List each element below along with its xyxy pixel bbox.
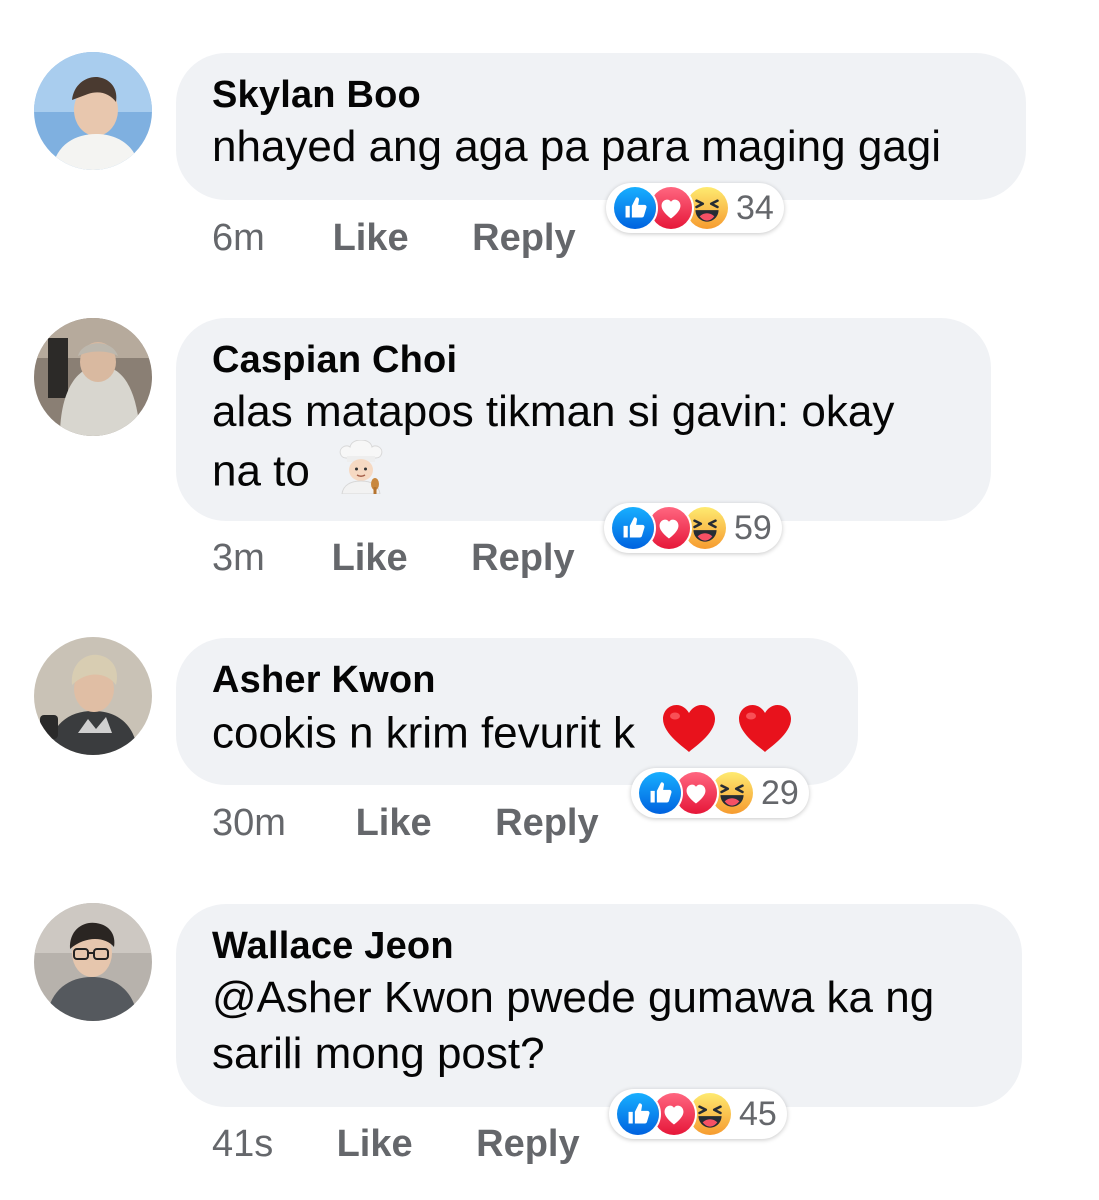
comment-timestamp[interactable]: 41s (212, 1122, 326, 1166)
red-heart-emoji (737, 704, 793, 768)
reply-link[interactable]: Reply (495, 801, 598, 845)
like-icon (637, 770, 683, 816)
like-icon (610, 505, 656, 551)
comment-timestamp[interactable]: 6m (212, 216, 322, 260)
reaction-summary[interactable]: 34 (606, 183, 784, 233)
comment-bubble: Wallace Jeon @Asher Kwon pwede gumawa ka… (176, 904, 1022, 1107)
comment-text-line: alas matapos tikman si gavin: okay (212, 387, 895, 436)
comment-text-line: cookis n krim fevurit k (212, 704, 822, 768)
red-heart-emoji (661, 704, 717, 768)
comment-text-line-2: na to (212, 446, 310, 496)
avatar[interactable] (34, 903, 152, 1021)
comment-text-line: @Asher Kwon pwede gumawa ka ng (212, 973, 935, 1022)
comment-bubble: Skylan Boo nhayed ang aga pa para maging… (176, 53, 1026, 200)
comment-author[interactable]: Skylan Boo (212, 73, 990, 117)
reaction-count: 45 (739, 1094, 777, 1133)
comment-text-line: sarili mong post? (212, 1029, 545, 1078)
comment-author[interactable]: Caspian Choi (212, 338, 955, 382)
reply-link[interactable]: Reply (472, 216, 575, 260)
comment-bubble: Asher Kwon cookis n krim fevurit k (176, 638, 858, 785)
reply-link[interactable]: Reply (471, 536, 574, 580)
comment-timestamp[interactable]: 3m (212, 536, 321, 580)
reaction-count: 34 (736, 188, 774, 227)
comment-meta: 6m Like Reply (212, 216, 576, 260)
reply-link[interactable]: Reply (476, 1122, 579, 1166)
reaction-summary[interactable]: 45 (609, 1089, 787, 1139)
comment-author[interactable]: Wallace Jeon (212, 924, 986, 968)
comment-meta: 3m Like Reply (212, 536, 575, 580)
reaction-summary[interactable]: 59 (604, 503, 782, 553)
comment-text: nhayed ang aga pa para maging gagi (212, 122, 942, 171)
reaction-count: 59 (734, 508, 772, 547)
reaction-summary[interactable]: 29 (631, 768, 809, 818)
like-icon (612, 185, 658, 231)
avatar[interactable] (34, 637, 152, 755)
comment-text-line: na to (212, 439, 955, 508)
comment-text: cookis n krim fevurit k (212, 708, 635, 758)
avatar[interactable] (34, 318, 152, 436)
cook-emoji (336, 439, 386, 508)
like-link[interactable]: Like (337, 1122, 466, 1166)
comment-timestamp[interactable]: 30m (212, 801, 345, 845)
comment-bubble: Caspian Choi alas matapos tikman si gavi… (176, 318, 991, 521)
like-icon (615, 1091, 661, 1137)
comment-meta: 30m Like Reply (212, 801, 599, 845)
avatar[interactable] (34, 52, 152, 170)
like-link[interactable]: Like (356, 801, 485, 845)
comment-meta: 41s Like Reply (212, 1122, 580, 1166)
like-link[interactable]: Like (333, 216, 462, 260)
reaction-count: 29 (761, 773, 799, 812)
comment-author[interactable]: Asher Kwon (212, 658, 822, 702)
like-link[interactable]: Like (332, 536, 461, 580)
